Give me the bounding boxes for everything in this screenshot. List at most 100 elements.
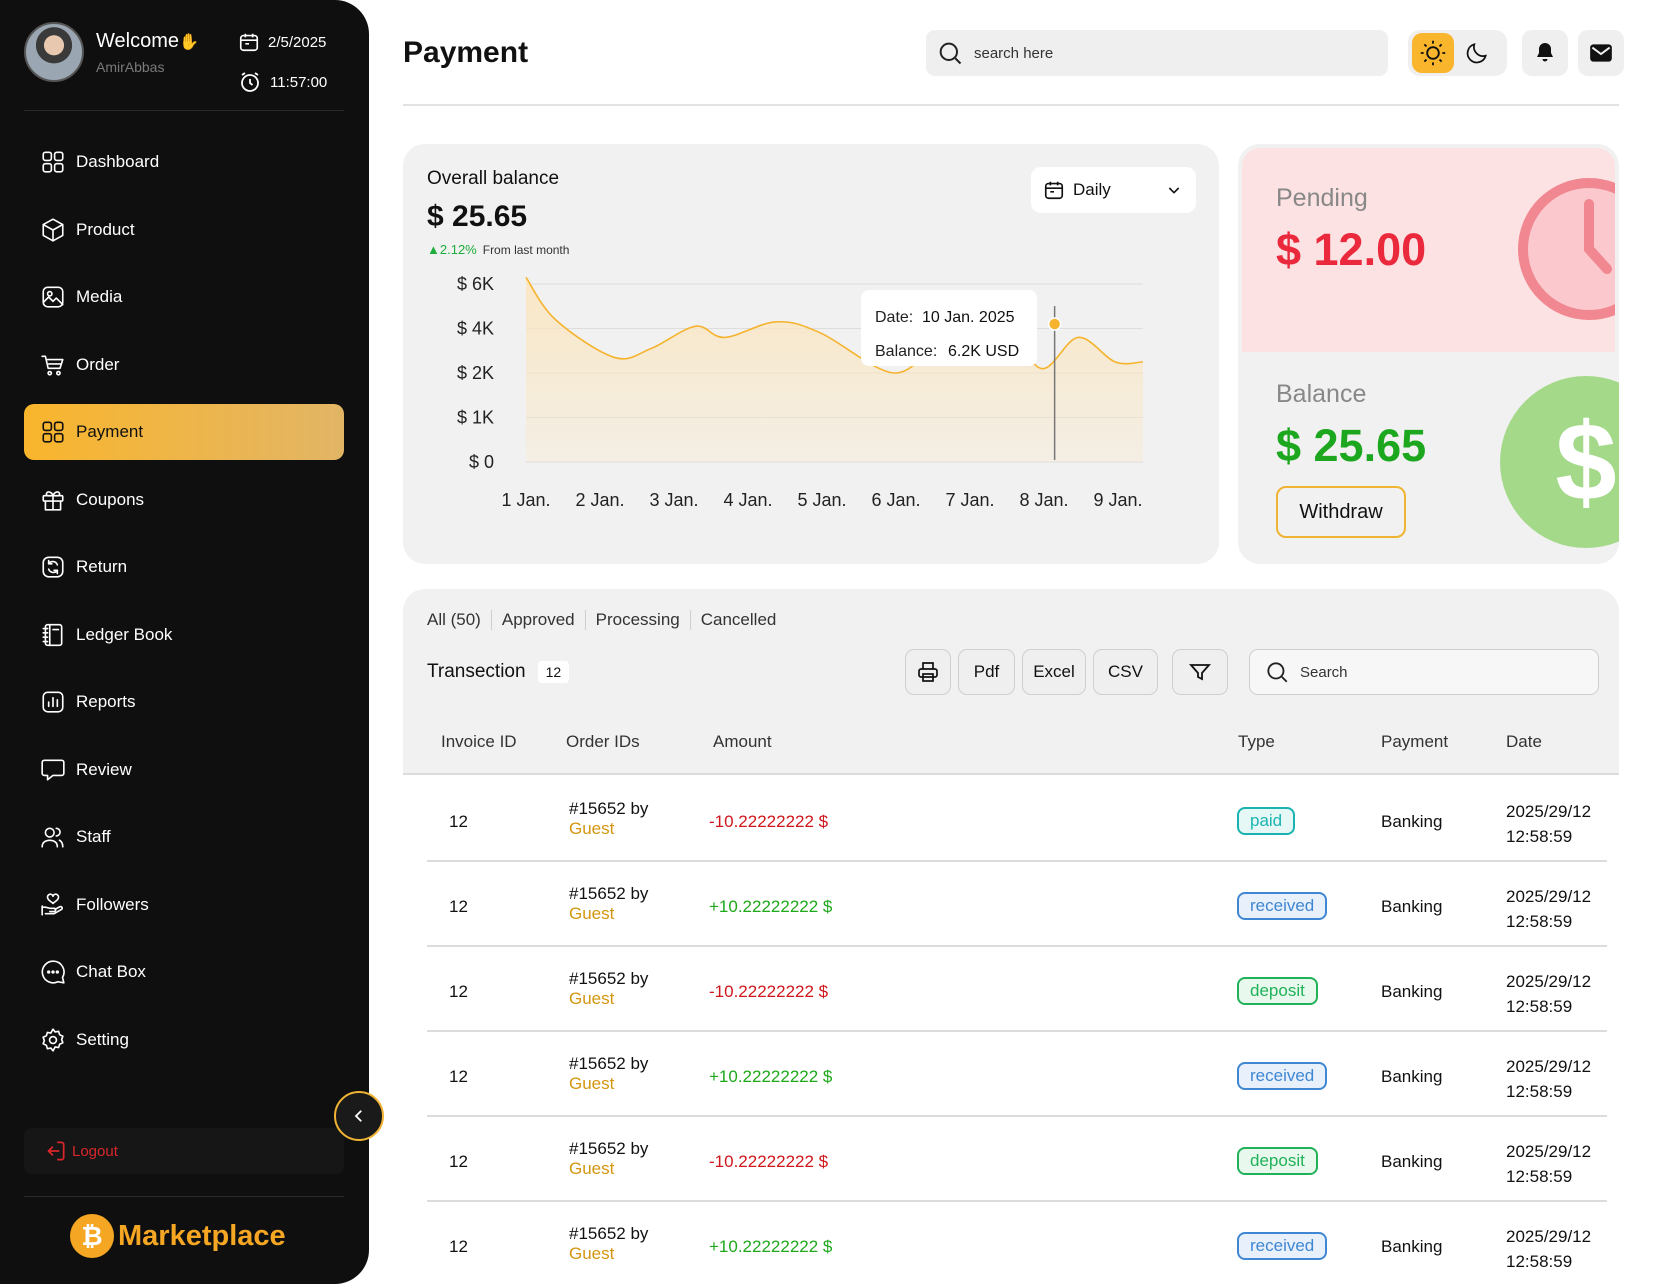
x-tick-label: 4 Jan. xyxy=(723,490,772,510)
notifications-button[interactable] xyxy=(1522,30,1568,76)
dashboard-icon xyxy=(42,421,64,443)
tab-3[interactable]: Cancelled xyxy=(691,610,787,630)
table-row[interactable]: 12 #15652 by Guest +10.22222222 $ received Ba… xyxy=(427,1202,1607,1284)
transactions-search-input[interactable] xyxy=(1300,663,1580,681)
col-invoice-id[interactable]: Invoice ID xyxy=(441,732,517,752)
order-customer: Guest xyxy=(569,904,615,923)
col-payment[interactable]: Payment xyxy=(1381,732,1448,752)
sidebar-item-order[interactable]: Order xyxy=(24,337,344,393)
sidebar-divider xyxy=(24,110,344,111)
brand[interactable]: ₿ Marketplace xyxy=(70,1214,286,1258)
sidebar-item-staff[interactable]: Staff xyxy=(24,809,344,865)
datetime-panel: 2/5/2025 11:57:00 xyxy=(238,22,327,102)
top-search-input[interactable] xyxy=(974,44,1354,62)
dashboard-icon xyxy=(42,151,64,173)
x-tick-label: 3 Jan. xyxy=(649,490,698,510)
sidebar-item-reports[interactable]: Reports xyxy=(24,674,344,730)
welcome-text: Welcome✋ xyxy=(96,30,199,53)
tooltip-date-label: Date: xyxy=(875,309,913,326)
amount: +10.22222222 $ xyxy=(709,897,833,916)
table-row[interactable]: 12 #15652 by Guest +10.22222222 $ received Ba… xyxy=(427,862,1607,947)
users-icon xyxy=(41,827,64,848)
tab-1[interactable]: Approved xyxy=(492,610,586,630)
x-tick-label: 8 Jan. xyxy=(1019,490,1068,510)
export-csv-button[interactable]: CSV xyxy=(1093,649,1158,695)
book-icon xyxy=(42,623,63,646)
dollar-icon: $ xyxy=(1500,376,1619,548)
order-id: #15652 by Guest xyxy=(569,1224,648,1264)
date-time: 2025/29/12 12:58:59 xyxy=(1506,1054,1591,1104)
table-header: Invoice ID Order IDs Amount Type Payment… xyxy=(403,709,1619,775)
collapse-sidebar-button[interactable] xyxy=(334,1091,384,1141)
messages-button[interactable] xyxy=(1578,30,1624,76)
time-value: 12:58:59 xyxy=(1506,912,1573,931)
sidebar-item-media[interactable]: Media xyxy=(24,269,344,325)
sidebar-item-coupons[interactable]: Coupons xyxy=(24,472,344,528)
type-badge: deposit xyxy=(1237,1147,1318,1175)
print-button[interactable] xyxy=(905,649,951,695)
sidebar-item-setting[interactable]: Setting xyxy=(24,1012,344,1068)
invoice-id: 12 xyxy=(449,1067,468,1086)
tab-0[interactable]: All (50) xyxy=(427,610,492,630)
date-time: 2025/29/12 12:58:59 xyxy=(1506,884,1591,934)
time-value: 12:58:59 xyxy=(1506,1252,1573,1271)
col-type[interactable]: Type xyxy=(1238,732,1275,752)
sidebar-item-label: Return xyxy=(76,557,128,576)
invoice-id: 12 xyxy=(449,812,468,831)
transactions-search-bar[interactable] xyxy=(1249,649,1599,695)
export-excel-button[interactable]: Excel xyxy=(1022,649,1086,695)
amount: +10.22222222 $ xyxy=(709,1067,833,1086)
sidebar-item-label: Ledger Book xyxy=(76,624,173,644)
sidebar-item-chat-box[interactable]: Chat Box xyxy=(24,944,344,1000)
header-divider xyxy=(403,104,1619,106)
order-customer: Guest xyxy=(569,1159,615,1178)
order-number: #15652 by xyxy=(569,1139,649,1158)
sidebar-item-review[interactable]: Review xyxy=(24,742,344,798)
sidebar-item-label: Followers xyxy=(76,894,149,914)
sidebar-item-payment[interactable]: Payment xyxy=(24,404,344,460)
col-order-ids[interactable]: Order IDs xyxy=(566,732,640,752)
table-row[interactable]: 12 #15652 by Guest +10.22222222 $ received Ba… xyxy=(427,1032,1607,1117)
user-profile[interactable]: Welcome✋ AmirAbbas xyxy=(24,22,199,82)
export-pdf-button[interactable]: Pdf xyxy=(958,649,1015,695)
date-time: 2025/29/12 12:58:59 xyxy=(1506,1139,1591,1189)
table-row[interactable]: 12 #15652 by Guest -10.22222222 $ deposit Ban… xyxy=(427,1117,1607,1202)
payment-method: Banking xyxy=(1381,812,1443,831)
table-row[interactable]: 12 #15652 by Guest -10.22222222 $ paid Bankin… xyxy=(427,777,1607,862)
sidebar-item-followers[interactable]: Followers xyxy=(24,877,344,933)
logout-button[interactable]: Logout xyxy=(24,1128,344,1174)
time-value: 12:58:59 xyxy=(1506,997,1573,1016)
search-icon xyxy=(939,42,962,65)
table-row[interactable]: 12 #15652 by Guest -10.22222222 $ deposit Ban… xyxy=(427,947,1607,1032)
top-search-bar[interactable] xyxy=(926,30,1388,76)
light-mode-button[interactable] xyxy=(1412,33,1454,73)
avatar[interactable] xyxy=(24,22,84,82)
sidebar-item-label: Product xyxy=(76,219,135,239)
type-badge: received xyxy=(1237,892,1328,920)
date-time: 2025/29/12 12:58:59 xyxy=(1506,1224,1591,1274)
sidebar-item-return[interactable]: Return xyxy=(24,539,344,595)
dark-mode-button[interactable] xyxy=(1454,33,1500,73)
y-tick-label: $ 0 xyxy=(469,452,494,472)
wave-icon: ✋ xyxy=(179,33,199,51)
type-badge: received xyxy=(1237,1232,1328,1260)
payment-method: Banking xyxy=(1381,1237,1443,1256)
filter-button[interactable] xyxy=(1172,649,1228,695)
balance-chart[interactable]: $ 0 $ 1K $ 2K $ 4K $ 6K 1 Jan. 2 Jan. 3 Jan. 4 J… xyxy=(403,144,1219,564)
image-icon xyxy=(42,286,64,308)
payment-method: Banking xyxy=(1381,1067,1443,1086)
order-number: #15652 by xyxy=(569,799,649,818)
overall-balance-card: Overall balance $ 25.65 ▲2.12% From last… xyxy=(403,144,1219,564)
transactions-panel: All (50) Approved Processing Cancelled Tran… xyxy=(403,589,1619,1284)
tab-2[interactable]: Processing xyxy=(586,610,691,630)
transactions-title-label: Transection xyxy=(427,661,526,682)
highlight-point[interactable] xyxy=(1047,317,1062,331)
withdraw-button[interactable]: Withdraw xyxy=(1276,486,1406,538)
sidebar-item-ledger-book[interactable]: Ledger Book xyxy=(24,607,344,663)
col-date[interactable]: Date xyxy=(1506,732,1542,752)
sidebar-item-dashboard[interactable]: Dashboard xyxy=(24,134,344,190)
col-amount[interactable]: Amount xyxy=(713,732,772,752)
sidebar-item-product[interactable]: Product xyxy=(24,202,344,258)
pending-amount: $ 12.00 xyxy=(1276,224,1427,275)
theme-toggle[interactable] xyxy=(1408,30,1507,76)
